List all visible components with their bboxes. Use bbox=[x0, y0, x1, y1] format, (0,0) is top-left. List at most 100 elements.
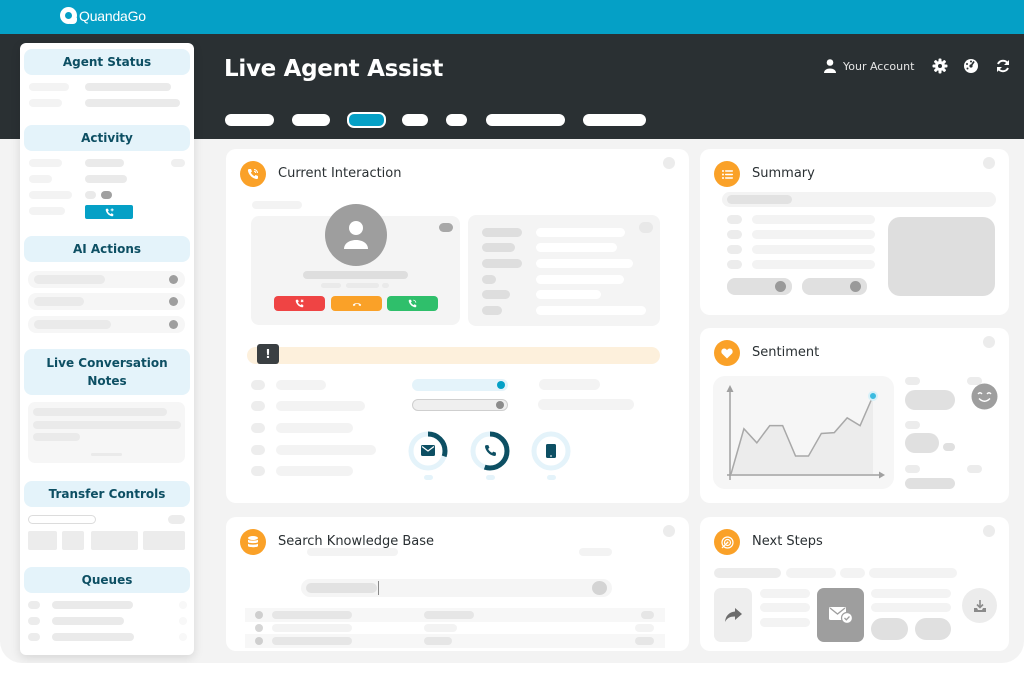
table-row[interactable] bbox=[245, 634, 665, 648]
card-menu-dot[interactable] bbox=[983, 525, 995, 537]
sidebar-heading-agent-status[interactable]: Agent Status bbox=[24, 49, 190, 75]
x-axis-arrow bbox=[879, 471, 885, 479]
placeholder-dot bbox=[943, 443, 955, 451]
kb-search-input[interactable] bbox=[301, 579, 612, 597]
list-line bbox=[752, 245, 875, 254]
placeholder-line bbox=[29, 175, 52, 183]
list-dot bbox=[727, 245, 742, 254]
list-icon bbox=[714, 161, 740, 187]
tab-6[interactable] bbox=[486, 114, 565, 126]
label-placeholder bbox=[482, 275, 496, 284]
placeholder-line bbox=[29, 83, 69, 91]
placeholder-line bbox=[168, 515, 185, 524]
gear-icon[interactable] bbox=[932, 58, 948, 74]
resize-handle[interactable] bbox=[91, 453, 122, 456]
placeholder-line bbox=[85, 83, 171, 91]
list-line bbox=[276, 401, 365, 411]
card-menu-dot[interactable] bbox=[983, 157, 995, 169]
placeholder-line bbox=[29, 191, 72, 199]
refresh-icon[interactable] bbox=[995, 58, 1011, 74]
queue-count bbox=[179, 633, 187, 641]
download-button[interactable] bbox=[962, 588, 997, 623]
ai-action-label bbox=[34, 320, 111, 329]
brand-logo[interactable]: QuandaGo bbox=[60, 7, 146, 24]
accept-call-button[interactable] bbox=[387, 296, 438, 311]
y-axis-arrow bbox=[726, 385, 734, 392]
list-line bbox=[752, 230, 875, 239]
list-line bbox=[752, 215, 875, 224]
caller-name-placeholder bbox=[303, 271, 408, 279]
tab-5[interactable] bbox=[446, 114, 467, 126]
queue-label bbox=[52, 633, 134, 641]
send-email-button[interactable] bbox=[817, 588, 864, 642]
tab-7[interactable] bbox=[583, 114, 646, 126]
card-menu-dot[interactable] bbox=[663, 157, 675, 169]
note-line bbox=[33, 421, 181, 429]
list-line bbox=[276, 423, 353, 433]
forward-button[interactable] bbox=[714, 588, 752, 642]
summary-toggle-2[interactable] bbox=[802, 278, 867, 295]
toggle-active[interactable] bbox=[412, 379, 508, 391]
sidebar-heading-ai-actions[interactable]: AI Actions bbox=[24, 236, 190, 262]
toggle-inactive[interactable] bbox=[412, 399, 508, 411]
list-dot bbox=[251, 466, 265, 476]
list-dot bbox=[727, 215, 742, 224]
placeholder-line bbox=[760, 603, 810, 612]
ai-action-label bbox=[34, 297, 84, 306]
sidebar-heading-activity[interactable]: Activity bbox=[24, 125, 190, 151]
sidebar-heading-queues[interactable]: Queues bbox=[24, 567, 190, 593]
card-menu-dot[interactable] bbox=[663, 525, 675, 537]
add-icon[interactable] bbox=[169, 275, 178, 284]
table-row[interactable] bbox=[245, 622, 665, 634]
phone-icon bbox=[485, 445, 496, 456]
sentiment-score-pill bbox=[905, 478, 955, 489]
hangup-call-button[interactable] bbox=[331, 296, 382, 311]
table-row[interactable] bbox=[245, 608, 665, 622]
share-forward-icon bbox=[725, 608, 742, 622]
ai-action-item[interactable] bbox=[28, 316, 185, 333]
search-submit-button[interactable] bbox=[592, 581, 607, 595]
dashboard-gauge-icon[interactable] bbox=[963, 58, 979, 74]
next-step-action-pill[interactable] bbox=[871, 618, 908, 640]
placeholder-line bbox=[538, 399, 634, 410]
sidebar-heading-transfer-controls[interactable]: Transfer Controls bbox=[24, 481, 190, 507]
list-dot bbox=[251, 423, 265, 433]
placeholder-line bbox=[85, 99, 180, 107]
placeholder-line bbox=[29, 207, 65, 215]
tab-1[interactable] bbox=[225, 114, 274, 126]
toggle-knob bbox=[496, 401, 504, 409]
summary-toggle-1[interactable] bbox=[727, 278, 792, 295]
notes-textarea[interactable] bbox=[28, 402, 185, 463]
tab-2[interactable] bbox=[292, 114, 330, 126]
list-dot bbox=[251, 445, 265, 455]
value-placeholder bbox=[536, 259, 633, 268]
row-cell bbox=[272, 637, 352, 645]
transfer-option-3[interactable] bbox=[91, 531, 138, 550]
tab-3-active[interactable] bbox=[347, 112, 386, 128]
row-dot bbox=[255, 637, 263, 645]
next-step-action-pill[interactable] bbox=[915, 618, 951, 640]
card-menu-dot[interactable] bbox=[983, 336, 995, 348]
sentiment-chart bbox=[726, 385, 885, 480]
ai-action-item[interactable] bbox=[28, 293, 185, 310]
transfer-option-4[interactable] bbox=[143, 531, 185, 550]
account-button[interactable]: Your Account bbox=[824, 59, 914, 73]
decline-call-button[interactable] bbox=[274, 296, 325, 311]
label-placeholder bbox=[482, 228, 522, 237]
ai-action-item[interactable] bbox=[28, 271, 185, 288]
tab-4[interactable] bbox=[402, 114, 428, 126]
note-line bbox=[33, 433, 80, 441]
step-tag bbox=[714, 568, 781, 578]
transfer-option-1[interactable] bbox=[28, 531, 57, 550]
sentiment-card: Sentiment bbox=[700, 328, 1009, 503]
row-cell bbox=[424, 624, 457, 632]
smiley-face-icon bbox=[971, 383, 998, 410]
row-cell bbox=[272, 624, 352, 632]
value-placeholder bbox=[536, 243, 617, 252]
add-icon[interactable] bbox=[169, 297, 178, 306]
add-call-button[interactable] bbox=[85, 205, 133, 219]
add-icon[interactable] bbox=[169, 320, 178, 329]
transfer-option-2[interactable] bbox=[62, 531, 84, 550]
sidebar-heading-live-conversation-notes[interactable]: Live Conversation Notes bbox=[24, 349, 190, 395]
transfer-target-input[interactable] bbox=[28, 515, 96, 524]
